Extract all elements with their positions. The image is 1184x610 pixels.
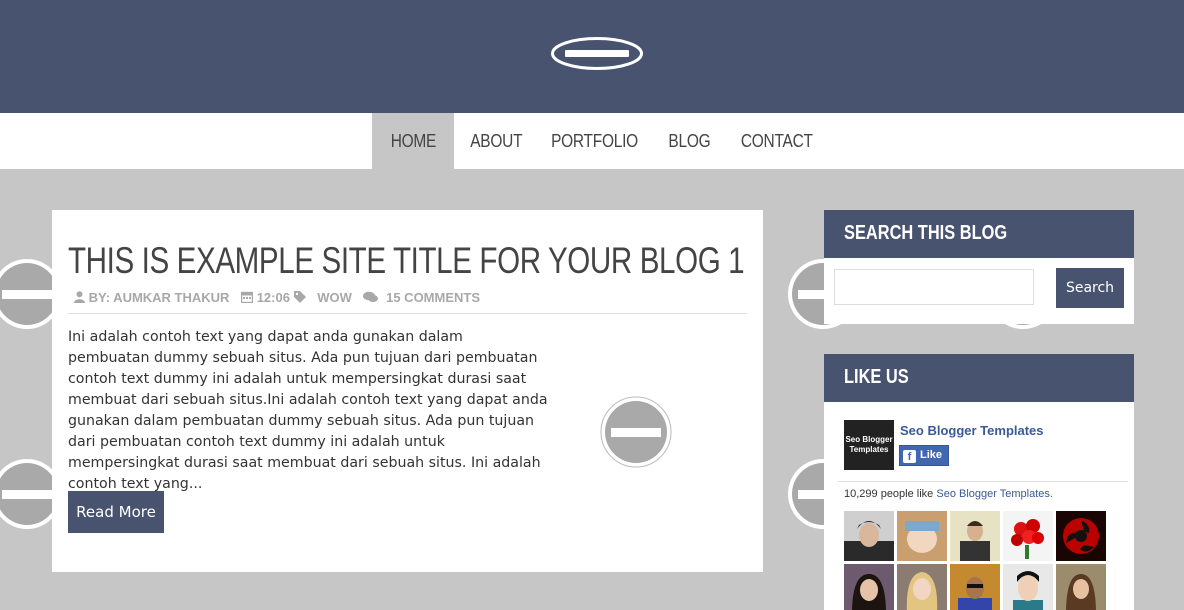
nav-item-blog[interactable]: BLOG <box>656 113 722 169</box>
comments-icon <box>363 291 379 303</box>
fan-avatar[interactable] <box>897 564 947 610</box>
post-card: THIS IS EXAMPLE SITE TITLE FOR YOUR BLOG… <box>52 210 763 572</box>
user-icon <box>74 291 85 303</box>
page-logo[interactable]: Seo Blogger Templates <box>844 420 894 470</box>
post-title[interactable]: THIS IS EXAMPLE SITE TITLE FOR YOUR BLOG… <box>68 240 745 282</box>
facebook-icon: f <box>903 450 916 463</box>
fan-avatar[interactable] <box>897 511 947 561</box>
like-widget-title: LIKE US <box>844 366 909 388</box>
fan-avatar[interactable] <box>950 511 1000 561</box>
blocked-image-icon <box>600 396 672 468</box>
divider <box>838 481 1128 482</box>
search-widget-title: SEARCH THIS BLOG <box>844 222 1008 244</box>
blocked-image-icon[interactable] <box>551 37 643 70</box>
post-comments[interactable]: 15 COMMENTS <box>386 290 480 305</box>
post-meta: BY: AUMKAR THAKUR 12:06 WOW 15 COMMENTS <box>74 290 480 305</box>
post-time: 12:06 <box>256 290 290 305</box>
site-header <box>0 0 1184 113</box>
fan-avatar[interactable] <box>844 564 894 610</box>
post-excerpt: Ini adalah contoh text yang dapat anda g… <box>68 329 548 492</box>
tag-icon <box>293 291 306 303</box>
divider <box>68 313 747 314</box>
facebook-like-button[interactable]: f Like <box>899 445 950 466</box>
fan-avatar[interactable] <box>1003 564 1053 610</box>
page-name-link[interactable]: Seo Blogger Templates <box>900 423 1044 438</box>
nav-item-home[interactable]: HOME <box>372 113 454 169</box>
post-label[interactable]: WOW <box>317 290 352 305</box>
search-input[interactable] <box>834 269 1034 305</box>
like-count: 10,299 people like Seo Blogger Templates… <box>844 488 1053 500</box>
post-author[interactable]: BY: AUMKAR THAKUR <box>89 290 230 305</box>
fan-avatar[interactable] <box>1056 511 1106 561</box>
facebook-like-box: Seo Blogger Templates Seo Blogger Templa… <box>824 402 1134 610</box>
fan-avatar[interactable] <box>950 564 1000 610</box>
main-nav: HOME ABOUT PORTFOLIO BLOG CONTACT <box>0 113 1184 169</box>
fan-avatar[interactable] <box>844 511 894 561</box>
calendar-icon <box>241 291 254 303</box>
search-button[interactable]: Search <box>1056 268 1124 308</box>
fan-avatar[interactable] <box>1003 511 1053 561</box>
fan-avatar[interactable] <box>1056 564 1106 610</box>
read-more-button[interactable]: Read More <box>68 491 164 533</box>
page-name-link[interactable]: Seo Blogger Templates. <box>936 488 1053 500</box>
nav-item-about[interactable]: ABOUT <box>458 113 534 169</box>
search-widget-header: SEARCH THIS BLOG <box>824 210 1134 258</box>
like-widget-header: LIKE US <box>824 354 1134 402</box>
search-widget: Search <box>824 258 1134 324</box>
nav-item-portfolio[interactable]: PORTFOLIO <box>540 113 648 169</box>
nav-item-contact[interactable]: CONTACT <box>730 113 824 169</box>
